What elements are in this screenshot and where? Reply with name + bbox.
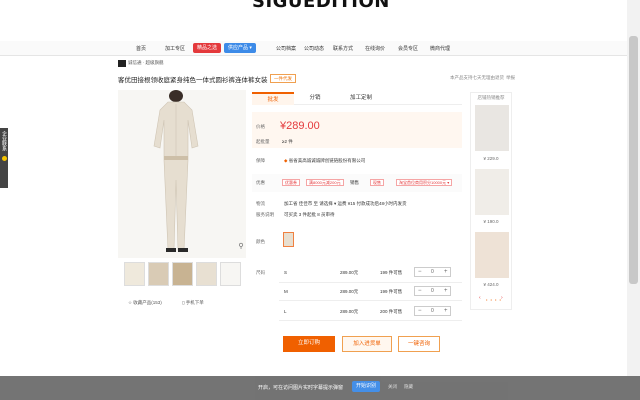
shop-logo-icon (118, 60, 126, 67)
prompt-text: 开启，可在访问图片实时字幕提示弹窗 (258, 385, 344, 391)
mobile-order-button[interactable]: ▯ 手机下单 (182, 300, 204, 306)
close-prompt-link[interactable]: 关闭 (388, 384, 397, 390)
plus-icon[interactable]: + (444, 287, 448, 296)
sidebar-product-3-price: ¥ 424.0 (483, 282, 499, 287)
hide-prompt-link[interactable]: 隐藏 (404, 384, 413, 390)
size-divider (279, 282, 462, 283)
minus-icon[interactable]: − (418, 268, 422, 277)
logistics-value[interactable]: 加工省 佳佳市 至 请选择 ▾ 运费 ¥15 付款成功后48小时内发货 (284, 201, 407, 207)
size-l: L (284, 309, 287, 314)
moq-value: ≥2 件 (282, 139, 293, 144)
color-swatch[interactable] (283, 232, 294, 247)
size-s-stock: 199 件可售 (380, 270, 403, 275)
nav-contact[interactable]: 联系方式 (333, 45, 353, 52)
size-m-price: 289.00元 (340, 289, 359, 294)
report-link[interactable]: 举报 (506, 75, 515, 81)
thumbnail-2[interactable] (148, 262, 169, 286)
sales-label: 销售 (350, 180, 359, 185)
product-main-image[interactable]: ⚲ (118, 90, 246, 258)
size-l-stock: 200 件可售 (380, 309, 403, 314)
tab-customization[interactable]: 加工定制 (336, 92, 386, 105)
sidebar-product-3-image[interactable] (475, 232, 509, 278)
sidebar-product-1-price: ¥ 229.0 (483, 156, 499, 161)
start-recognition-button[interactable]: 开始识别 (352, 381, 381, 392)
sidebar-prev-button[interactable]: ‹ (479, 295, 481, 301)
guarantee-value: ◆ 省省美高诚诚诚牌创链链股份有限公司 (284, 158, 366, 163)
sidebar-pager-dots: • • • • (486, 297, 502, 302)
consult-button[interactable]: 一键咨询 (398, 336, 440, 352)
nav-agent[interactable]: 微商代理 (430, 45, 450, 52)
color-label: 颜色 (256, 239, 265, 244)
size-l-quantity-stepper[interactable]: −0 + (414, 306, 451, 316)
product-title: 客优田接根领收庭紧身纯色一体式圆衫裤连体裤女装 (118, 77, 268, 84)
nav-home[interactable]: 首页 (136, 45, 146, 52)
plus-icon[interactable]: + (444, 307, 448, 316)
minus-icon[interactable]: − (418, 307, 422, 316)
tab-distribution[interactable]: 分销 (294, 92, 336, 105)
sidebar-product-1-image[interactable] (475, 105, 509, 151)
size-m-quantity-stepper[interactable]: −0 + (414, 286, 451, 296)
main-nav: 首页 加工专区 精品之选 供应产品 ▾ 公司档案 公司动态 联系方式 在线询价 … (0, 41, 640, 56)
nav-products-dropdown[interactable]: 供应产品 ▾ (224, 43, 256, 53)
size-s: S (284, 270, 288, 275)
add-to-cart-button[interactable]: 加入进货单 (342, 336, 392, 352)
page-scrollbar[interactable] (627, 0, 640, 376)
site-logo: SIGUEDITION (252, 0, 390, 12)
size-s-price: 289.00元 (340, 270, 359, 275)
return-policy-link[interactable]: 本产品支持七天无理由退货 (450, 75, 504, 81)
stock-label: 服务说明 (256, 212, 274, 217)
order-now-button[interactable]: 立即订购 (283, 336, 335, 352)
sidebar-next-button[interactable]: › (501, 295, 503, 301)
coupon-threshold[interactable]: 满8000元减200元 (306, 179, 344, 186)
hot-products-sidebar: 店铺热销推荐 ¥ 229.0 ¥ 190.0 ¥ 424.0 ‹ • • • •… (470, 92, 512, 310)
scrollbar-thumb[interactable] (629, 36, 638, 284)
nav-processing[interactable]: 加工专区 (165, 45, 185, 52)
logistics-label: 物流 (256, 201, 265, 206)
trade-tabs: 批发 分销 加工定制 (252, 92, 462, 105)
thumbnail-4[interactable] (196, 262, 217, 286)
nav-company-profile[interactable]: 公司档案 (276, 45, 296, 52)
moq-label: 起批量 (256, 139, 270, 144)
shop-name[interactable]: 诚信通 · 超级旗舰 (128, 60, 164, 68)
size-s-quantity-stepper[interactable]: −0 + (414, 267, 451, 277)
nav-company-news[interactable]: 公司动态 (304, 45, 324, 52)
price-label: 价格 (256, 124, 265, 129)
subtitle-prompt-bar: 开启，可在访问图片实时字幕提示弹窗 开始识别 关闭 隐藏 (0, 376, 640, 400)
size-divider (279, 320, 462, 321)
sidebar-title: 店铺热销推荐 (477, 95, 505, 100)
thumbnail-5[interactable] (220, 262, 241, 286)
nav-members[interactable]: 会员专区 (398, 45, 418, 52)
side-contact-icon (1, 156, 7, 161)
side-contact-label: 企业联系 (1, 131, 7, 151)
jumpsuit-illustration (153, 90, 199, 252)
size-label: 尺码 (256, 270, 265, 275)
minus-icon[interactable]: − (418, 287, 422, 296)
size-m-stock: 199 件可售 (380, 289, 403, 294)
nav-inquiry[interactable]: 在线询价 (365, 45, 385, 52)
guarantee-label: 保障 (256, 158, 265, 163)
dropship-tag: 一件代发 (270, 74, 296, 83)
plus-icon[interactable]: + (444, 268, 448, 277)
promo-dropdown[interactable]: 淘宝首位商用积分10000元 ▾ (396, 179, 453, 186)
price-value: ¥289.00 (280, 120, 320, 132)
thumbnail-3[interactable] (172, 262, 193, 286)
stock-value: 可买卖 3 件起批 8 员审待 (284, 212, 335, 217)
size-l-price: 289.00元 (340, 309, 359, 314)
tab-wholesale[interactable]: 批发 (252, 92, 294, 105)
zoom-icon[interactable]: ⚲ (236, 242, 246, 252)
service-label: 优惠 (256, 180, 265, 185)
sales-tag: 现售 (370, 179, 384, 186)
favorite-button[interactable]: ☆ 收藏产品(153) (128, 300, 162, 306)
coupon-tag[interactable]: 优惠券 (282, 179, 300, 186)
nav-hot-badge[interactable]: 精品之选 (193, 43, 222, 53)
size-m: M (284, 289, 288, 294)
sidebar-product-2-price: ¥ 190.0 (483, 219, 499, 224)
thumbnail-1[interactable] (124, 262, 145, 286)
side-contact-strip[interactable]: 企业联系 (0, 128, 8, 188)
sidebar-product-2-image[interactable] (475, 169, 509, 215)
size-divider (279, 300, 462, 301)
